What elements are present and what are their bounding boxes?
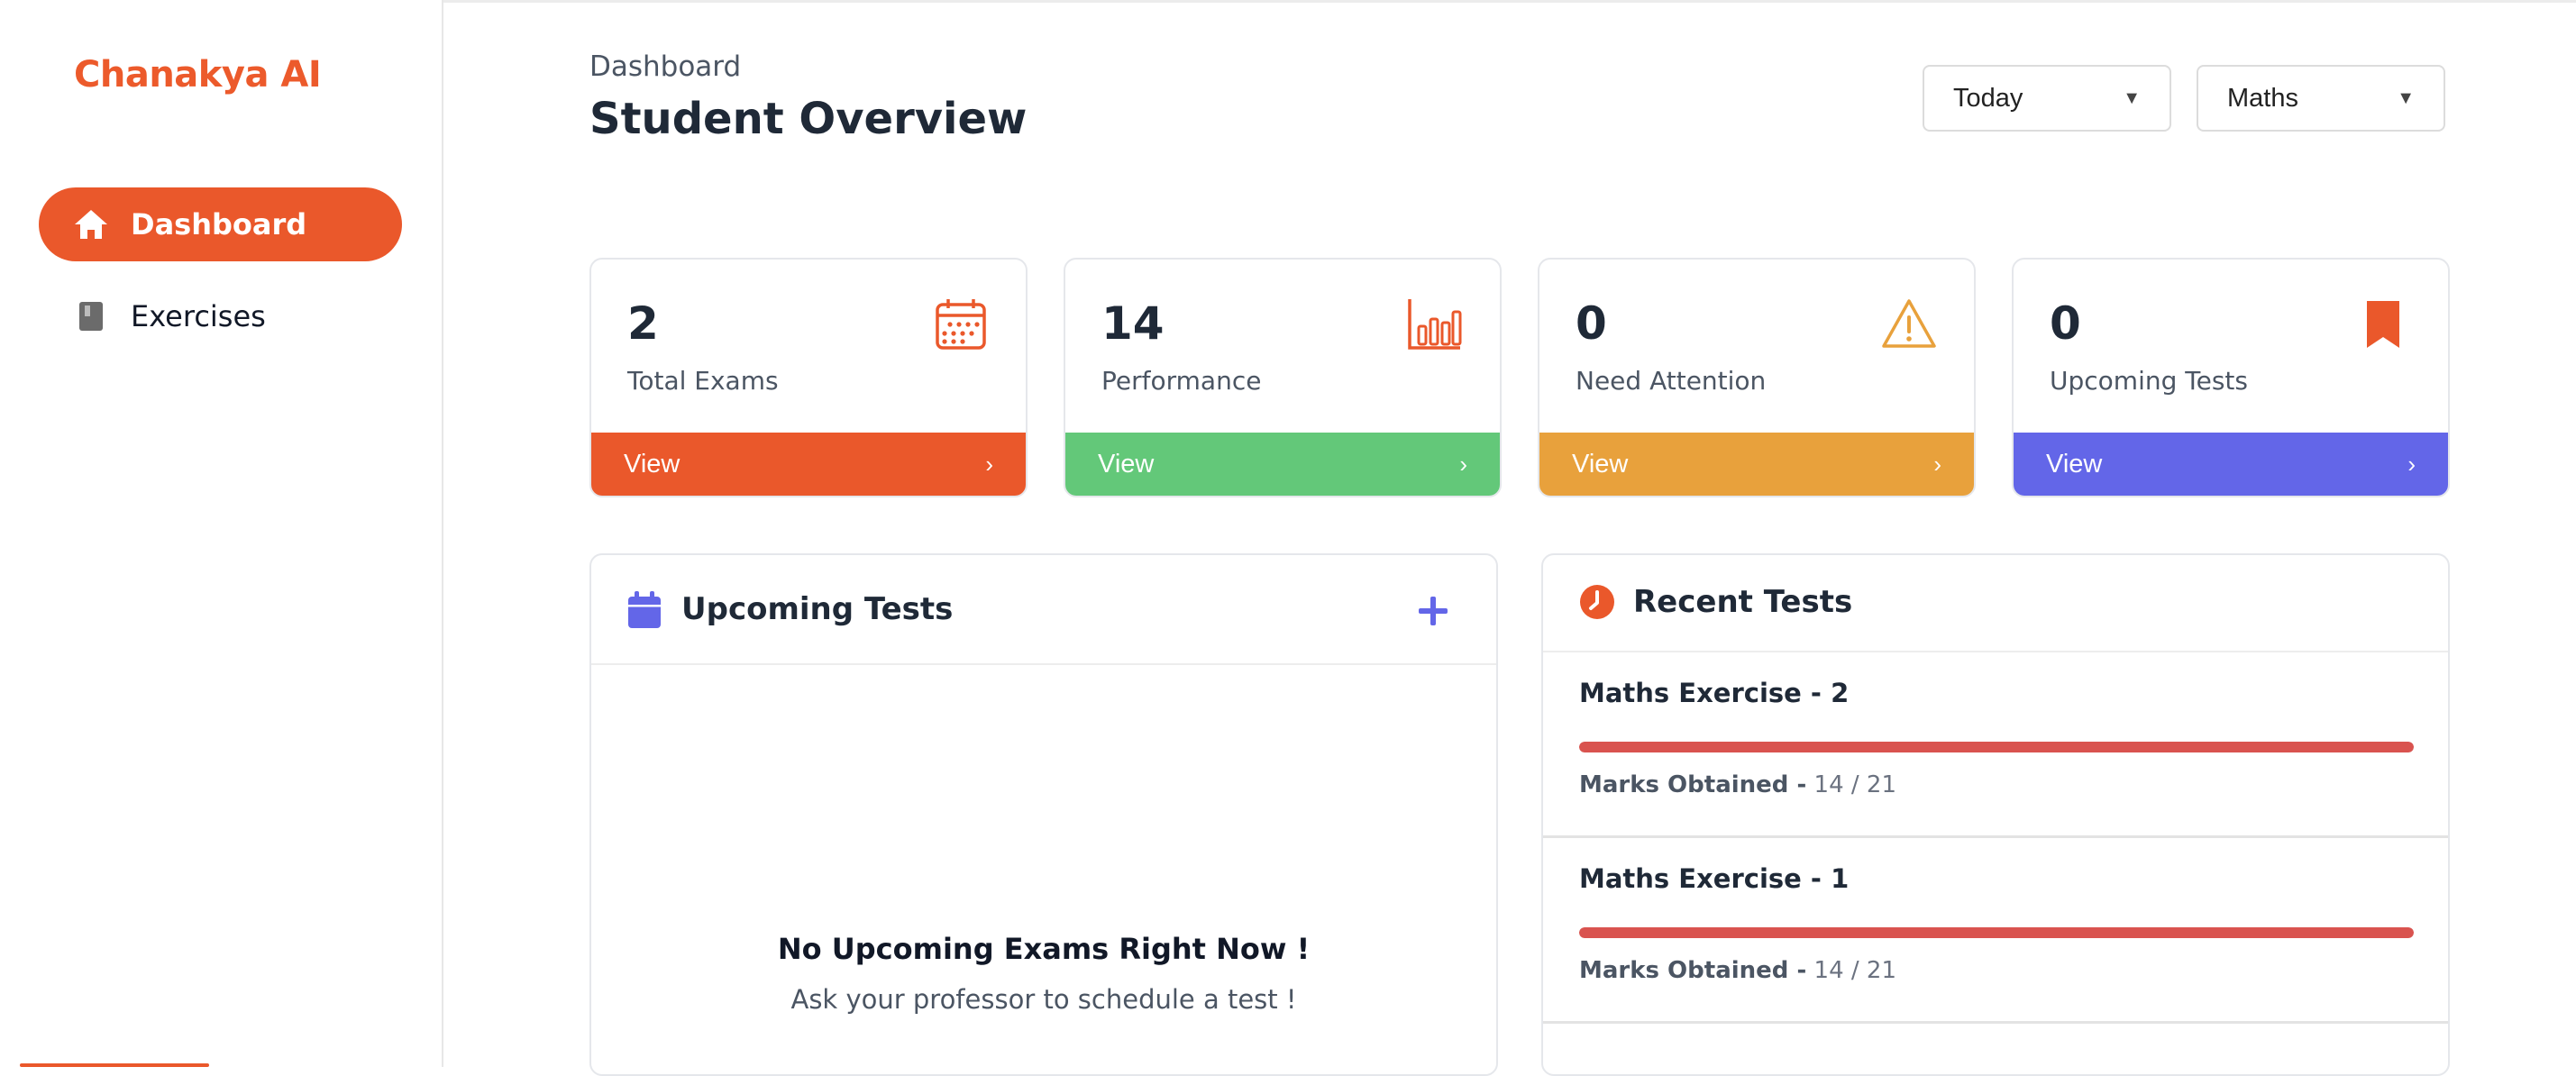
view-button[interactable]: View › <box>591 433 1026 496</box>
stat-value: 2 <box>627 297 659 350</box>
stat-card-total-exams: 2 Total Exams View › <box>589 258 1028 497</box>
chevron-right-icon: › <box>985 450 993 478</box>
chevron-right-icon: › <box>1459 450 1467 478</box>
stat-label: Need Attention <box>1576 366 1767 396</box>
panel-title: Recent Tests <box>1633 584 1853 620</box>
view-button-label: View <box>624 449 681 479</box>
panel-header: Upcoming Tests <box>591 555 1496 665</box>
caret-down-icon: ▼ <box>2397 87 2415 108</box>
view-button[interactable]: View › <box>2014 433 2448 496</box>
empty-state-subtitle: Ask your professor to schedule a test ! <box>790 984 1297 1015</box>
caret-down-icon: ▼ <box>2123 87 2141 108</box>
warning-icon <box>1882 299 1936 348</box>
panel-title: Upcoming Tests <box>681 591 954 627</box>
chevron-right-icon: › <box>2407 450 2416 478</box>
chevron-right-icon: › <box>1933 450 1941 478</box>
list-item[interactable]: Maths Exercise - 1 Marks Obtained - 14 /… <box>1543 838 2448 1024</box>
stat-card-performance: 14 Performance View › <box>1064 258 1502 497</box>
empty-state-title: No Upcoming Exams Right Now ! <box>777 932 1311 966</box>
period-select-value: Today <box>1953 83 2023 113</box>
marks-value: 14 / 21 <box>1813 771 1896 798</box>
sidebar-item-exercises[interactable]: Exercises <box>39 279 402 353</box>
bookmark-icon <box>2367 301 2399 348</box>
marks-value: 14 / 21 <box>1813 957 1896 984</box>
sidebar-item-label: Dashboard <box>131 207 307 242</box>
stat-value: 0 <box>2050 297 2081 350</box>
stat-value: 0 <box>1576 297 1607 350</box>
score-progress-fill <box>1579 927 2414 938</box>
score-progress-bar <box>1579 742 2414 752</box>
home-icon <box>73 206 109 242</box>
score-progress-bar <box>1579 927 2414 938</box>
sidebar-item-dashboard[interactable]: Dashboard <box>39 187 402 261</box>
period-select[interactable]: Today ▼ <box>1923 65 2171 132</box>
list-item[interactable]: Maths Exercise - 2 Marks Obtained - 14 /… <box>1543 652 2448 838</box>
test-name: Maths Exercise - 1 <box>1579 863 1850 894</box>
stat-label: Upcoming Tests <box>2050 366 2248 396</box>
view-button-label: View <box>2046 449 2103 479</box>
recent-tests-panel: Recent Tests Maths Exercise - 2 Marks Ob… <box>1541 553 2450 1076</box>
view-button-label: View <box>1572 449 1629 479</box>
subject-select-value: Maths <box>2227 83 2298 113</box>
sidebar-bottom-button[interactable] <box>20 1063 209 1067</box>
calendar-icon <box>936 299 986 350</box>
sidebar-item-label: Exercises <box>131 299 266 333</box>
marks-label: Marks Obtained - <box>1579 957 1807 984</box>
bar-chart-icon <box>1408 299 1462 350</box>
test-name: Maths Exercise - 2 <box>1579 678 1850 708</box>
book-icon <box>73 298 109 334</box>
stat-label: Total Exams <box>627 366 779 396</box>
panel-header: Recent Tests <box>1543 555 2448 652</box>
stat-card-need-attention: 0 Need Attention View › <box>1538 258 1976 497</box>
subject-select[interactable]: Maths ▼ <box>2197 65 2445 132</box>
view-button-label: View <box>1098 449 1155 479</box>
page-title: Student Overview <box>589 94 1028 144</box>
app-logo[interactable]: Chanakya AI <box>74 54 322 96</box>
plus-icon[interactable] <box>1417 595 1449 627</box>
calendar-icon <box>628 591 661 628</box>
upcoming-tests-panel: Upcoming Tests No Upcoming Exams Right N… <box>589 553 1498 1076</box>
marks-text: Marks Obtained - 14 / 21 <box>1579 957 1896 984</box>
clock-icon <box>1580 585 1614 619</box>
stat-label: Performance <box>1101 366 1262 396</box>
marks-text: Marks Obtained - 14 / 21 <box>1579 771 1896 798</box>
breadcrumb: Dashboard <box>589 50 742 83</box>
view-button[interactable]: View › <box>1065 433 1500 496</box>
sidebar: Chanakya AI Dashboard Exercises <box>0 0 443 1067</box>
stat-value: 14 <box>1101 297 1165 350</box>
view-button[interactable]: View › <box>1539 433 1974 496</box>
score-progress-fill <box>1579 742 2414 752</box>
stat-card-upcoming-tests: 0 Upcoming Tests View › <box>2012 258 2450 497</box>
marks-label: Marks Obtained - <box>1579 771 1807 798</box>
